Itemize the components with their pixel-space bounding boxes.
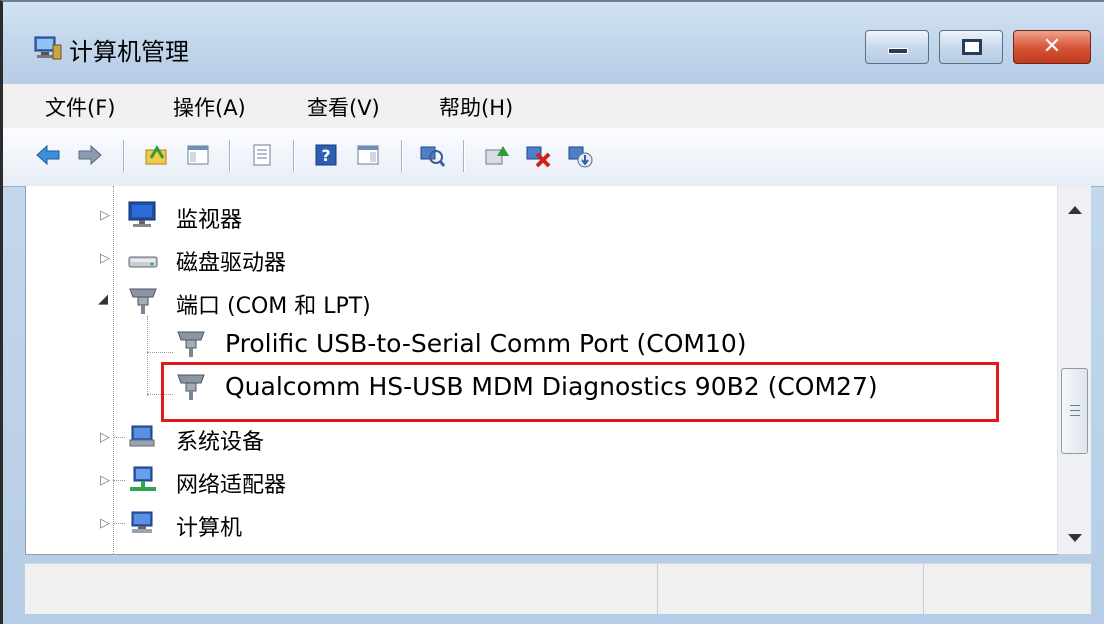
menu-file[interactable]: 文件(F) xyxy=(45,92,115,122)
expand-arrow-icon[interactable]: ▷ xyxy=(100,516,110,531)
collapse-arrow-icon[interactable]: ◢ xyxy=(98,292,108,307)
computer-management-icon xyxy=(34,36,62,60)
expand-arrow-icon[interactable]: ▷ xyxy=(100,473,110,488)
tree-row-prolific-com10[interactable]: Prolific USB-to-Serial Comm Port (COM10) xyxy=(26,327,1056,363)
serial-port-icon xyxy=(177,331,205,357)
status-cell-main xyxy=(25,564,658,614)
tree-label: 网络适配器 xyxy=(176,473,287,498)
tree-label: 系统设备 xyxy=(176,430,265,455)
scroll-up-arrow-icon[interactable] xyxy=(1068,206,1082,214)
expand-arrow-icon[interactable]: ▷ xyxy=(100,430,110,445)
back-arrow-icon[interactable] xyxy=(35,142,61,168)
properties-icon[interactable] xyxy=(249,142,275,168)
highlight-annotation-box xyxy=(161,362,999,422)
tree-label: 磁盘驱动器 xyxy=(176,251,287,276)
menu-action[interactable]: 操作(A) xyxy=(173,92,246,122)
status-bar xyxy=(25,563,1091,614)
show-hide-tree-icon[interactable] xyxy=(185,142,211,168)
expand-arrow-icon[interactable]: ▷ xyxy=(100,208,110,223)
tree-row-network-adapters[interactable]: ▷ 网络适配器 xyxy=(26,463,1056,499)
toolbar: ? xyxy=(3,128,1104,187)
computer-icon xyxy=(131,511,153,533)
maximize-button[interactable] xyxy=(939,30,1003,64)
monitor-icon xyxy=(128,201,156,227)
menu-bar: 文件(F) 操作(A) 查看(V) 帮助(H) xyxy=(3,84,1104,128)
status-cell-secondary xyxy=(657,564,924,614)
menu-help[interactable]: 帮助(H) xyxy=(439,92,513,122)
scrollbar-thumb[interactable] xyxy=(1061,368,1088,454)
network-adapter-icon xyxy=(130,466,156,491)
minimize-button[interactable] xyxy=(865,30,929,64)
tree-label: Prolific USB-to-Serial Comm Port (COM10) xyxy=(225,329,747,358)
menu-view[interactable]: 查看(V) xyxy=(307,92,380,122)
update-driver-icon[interactable] xyxy=(483,142,509,168)
help-icon[interactable]: ? xyxy=(313,142,339,168)
scan-hardware-icon[interactable] xyxy=(419,142,445,168)
scroll-down-arrow-icon[interactable] xyxy=(1068,534,1082,542)
vertical-scrollbar[interactable] xyxy=(1057,186,1091,554)
minimize-icon xyxy=(888,48,908,54)
expand-arrow-icon[interactable]: ▷ xyxy=(100,251,110,266)
close-icon: ✕ xyxy=(1042,34,1062,59)
tree-row-disk-drives[interactable]: ▷ 磁盘驱动器 xyxy=(26,241,1056,277)
close-button[interactable]: ✕ xyxy=(1013,30,1091,64)
uninstall-device-icon[interactable] xyxy=(567,142,593,168)
svg-text:?: ? xyxy=(321,146,330,165)
system-device-icon xyxy=(129,425,155,447)
tree-row-computer[interactable]: ▷ 计算机 xyxy=(26,506,1056,542)
forward-arrow-icon[interactable] xyxy=(77,142,103,168)
window-title: 计算机管理 xyxy=(69,38,189,66)
up-folder-icon[interactable] xyxy=(143,142,169,168)
show-action-pane-icon[interactable] xyxy=(355,142,381,168)
disk-drive-icon xyxy=(128,256,158,268)
tree-row-monitors[interactable]: ▷ 监视器 xyxy=(26,198,1056,234)
tree-label: 计算机 xyxy=(176,516,243,541)
tree-label: 监视器 xyxy=(176,208,243,233)
tree-label: 端口 (COM 和 LPT) xyxy=(176,294,371,319)
maximize-icon xyxy=(962,39,982,55)
port-icon xyxy=(129,288,157,314)
computer-management-window: 计算机管理 ✕ 文件(F) 操作(A) 查看(V) 帮助(H) ? ▷ 监视器 … xyxy=(0,0,1104,624)
title-bar[interactable]: 计算机管理 ✕ xyxy=(3,2,1104,84)
tree-row-ports[interactable]: ◢ 端口 (COM 和 LPT) xyxy=(26,284,1056,320)
tree-row-system-devices[interactable]: ▷ 系统设备 xyxy=(26,420,1056,456)
disable-device-icon[interactable] xyxy=(525,142,551,168)
